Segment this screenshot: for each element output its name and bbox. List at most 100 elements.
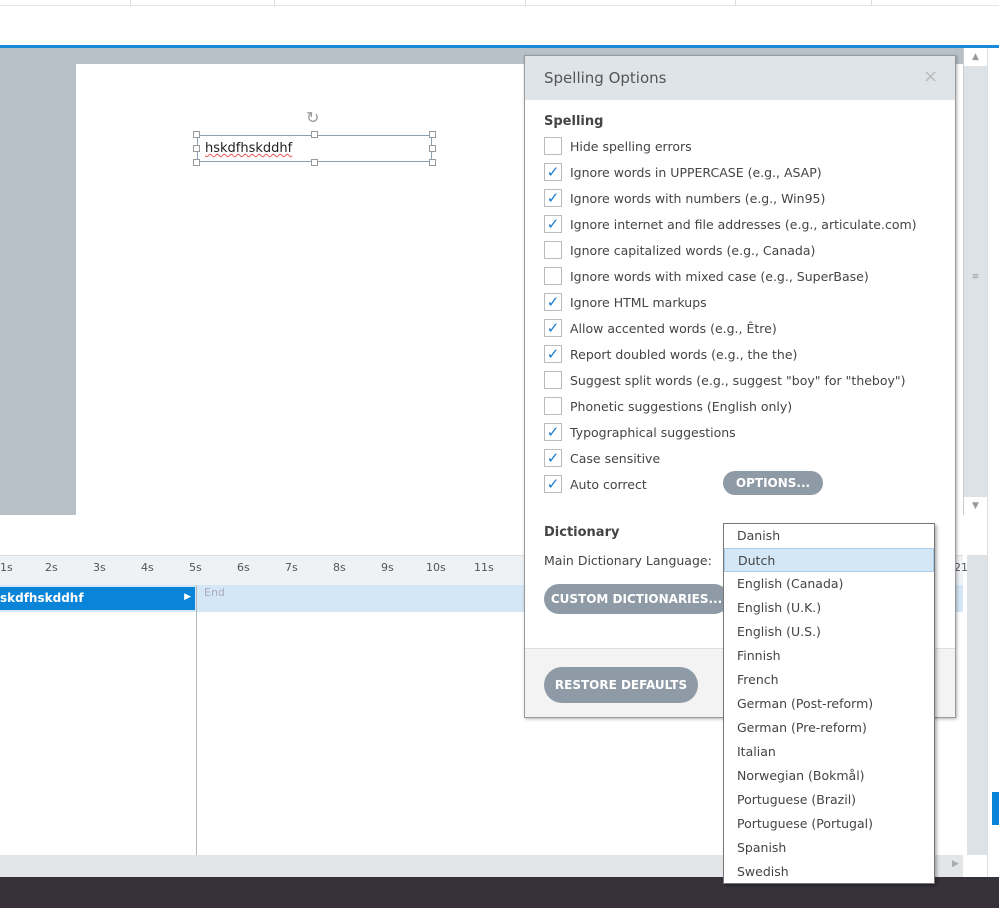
language-option[interactable]: Danish (724, 524, 934, 548)
checkbox-unchecked[interactable] (544, 397, 562, 415)
checkbox-checked[interactable]: ✓ (544, 475, 562, 493)
language-option[interactable]: Norwegian (Bokmål) (724, 764, 934, 788)
checkbox-checked[interactable]: ✓ (544, 319, 562, 337)
close-icon[interactable]: × (923, 66, 938, 87)
tick-label: 9s (381, 561, 394, 574)
side-panel-button[interactable] (992, 792, 999, 825)
checkbox-checked[interactable]: ✓ (544, 423, 562, 441)
checkbox-checked[interactable]: ✓ (544, 215, 562, 233)
language-option[interactable]: German (Post-reform) (724, 692, 934, 716)
option-label: Hide spelling errors (570, 138, 692, 154)
right-panel (987, 48, 999, 878)
option-label: Phonetic suggestions (English only) (570, 398, 793, 414)
language-option[interactable]: English (Canada) (724, 572, 934, 596)
checkbox-unchecked[interactable] (544, 137, 562, 155)
dialog-title: Spelling Options (544, 69, 667, 87)
spelling-option-row[interactable]: Phonetic suggestions (English only) (544, 396, 792, 416)
play-arrow-icon: ▶ (184, 592, 191, 602)
language-option[interactable]: French (724, 668, 934, 692)
resize-handle[interactable] (311, 159, 318, 166)
option-label: Suggest split words (e.g., suggest "boy"… (570, 372, 906, 388)
option-label: Ignore HTML markups (570, 294, 707, 310)
scroll-up-icon[interactable]: ▲ (964, 48, 987, 66)
spelling-heading: Spelling (544, 114, 604, 129)
dialog-header: Spelling Options × (525, 56, 955, 100)
checkbox-checked[interactable]: ✓ (544, 189, 562, 207)
spelling-option-row[interactable]: Ignore capitalized words (e.g., Canada) (544, 240, 815, 260)
timeline-object-bar[interactable]: skdfhskddhf ▶ (0, 587, 195, 610)
option-label: Case sensitive (570, 450, 661, 466)
spelling-option-row[interactable]: ✓ Case sensitive (544, 448, 660, 468)
language-option[interactable]: English (U.S.) (724, 620, 934, 644)
tick-label: 2s (45, 561, 58, 574)
option-label: Auto correct (570, 476, 647, 492)
language-option[interactable]: English (U.K.) (724, 596, 934, 620)
checkbox-checked[interactable]: ✓ (544, 293, 562, 311)
resize-handle[interactable] (311, 131, 318, 138)
options-button[interactable]: OPTIONS... (723, 471, 823, 495)
language-option[interactable]: Portuguese (Portugal) (724, 812, 934, 836)
checkbox-unchecked[interactable] (544, 267, 562, 285)
language-option[interactable]: Finnish (724, 644, 934, 668)
playhead-line[interactable] (196, 585, 197, 855)
scroll-grip-icon[interactable]: ≡ (964, 268, 987, 286)
resize-handle[interactable] (193, 131, 200, 138)
option-label: Ignore internet and file addresses (e.g.… (570, 216, 917, 232)
option-label: Ignore words with numbers (e.g., Win95) (570, 190, 826, 206)
scroll-right-icon[interactable]: ▶ (952, 859, 959, 869)
spelling-option-row[interactable]: ✓ Ignore HTML markups (544, 292, 707, 312)
spelling-option-row[interactable]: ✓ Ignore internet and file addresses (e.g… (544, 214, 917, 234)
spelling-option-row[interactable]: Hide spelling errors (544, 136, 692, 156)
tick-label: 11s (474, 561, 494, 574)
main-language-label: Main Dictionary Language: (544, 553, 712, 568)
stage-vertical-scrollbar[interactable]: ▲ ≡ ▼ (963, 48, 987, 515)
tick-label: 3s (93, 561, 106, 574)
text-box-content: hskdfhskddhf (205, 141, 293, 156)
spelling-option-row[interactable]: ✓ Typographical suggestions (544, 422, 736, 442)
option-label: Report doubled words (e.g., the the) (570, 346, 798, 362)
spelling-option-row[interactable]: Ignore words with mixed case (e.g., Supe… (544, 266, 869, 286)
spelling-option-row[interactable]: ✓ Allow accented words (e.g., Être) (544, 318, 777, 338)
tick-label: 6s (237, 561, 250, 574)
tick-label: 8s (333, 561, 346, 574)
language-dropdown-list[interactable]: Danish Dutch English (Canada) English (U.K.… (723, 523, 935, 884)
checkbox-unchecked[interactable] (544, 371, 562, 389)
tick-label: 4s (141, 561, 154, 574)
language-option[interactable]: Italian (724, 740, 934, 764)
restore-defaults-button[interactable]: RESTORE DEFAULTS (544, 667, 698, 703)
slide-text-box[interactable]: hskdfhskddhf (193, 131, 436, 166)
resize-handle[interactable] (429, 159, 436, 166)
top-toolbar-strip (0, 0, 999, 6)
spelling-option-row[interactable]: ✓ Auto correct (544, 474, 647, 494)
language-option[interactable]: German (Pre-reform) (724, 716, 934, 740)
spelling-option-row[interactable]: ✓ Ignore words with numbers (e.g., Win95) (544, 188, 825, 208)
option-label: Typographical suggestions (570, 424, 736, 440)
spelling-option-row[interactable]: Suggest split words (e.g., suggest "boy"… (544, 370, 906, 390)
option-label: Ignore capitalized words (e.g., Canada) (570, 242, 816, 258)
resize-handle[interactable] (193, 159, 200, 166)
checkbox-checked[interactable]: ✓ (544, 163, 562, 181)
timeline-vertical-scrollbar[interactable] (967, 555, 987, 855)
language-option[interactable]: Spanish (724, 836, 934, 860)
checkbox-unchecked[interactable] (544, 241, 562, 259)
resize-handle[interactable] (429, 145, 436, 152)
language-option[interactable]: Portuguese (Brazil) (724, 788, 934, 812)
checkbox-checked[interactable]: ✓ (544, 449, 562, 467)
checkbox-checked[interactable]: ✓ (544, 345, 562, 363)
resize-handle[interactable] (193, 145, 200, 152)
option-label: Allow accented words (e.g., Être) (570, 320, 777, 336)
tick-label: 7s (285, 561, 298, 574)
scroll-down-icon[interactable]: ▼ (964, 497, 987, 515)
spelling-option-row[interactable]: ✓ Ignore words in UPPERCASE (e.g., ASAP) (544, 162, 822, 182)
track-label: skdfhskddhf (0, 591, 84, 605)
spelling-option-row[interactable]: ✓ Report doubled words (e.g., the the) (544, 344, 797, 364)
language-option[interactable]: Swedish (724, 860, 934, 884)
rotate-handle-icon[interactable]: ↻ (306, 108, 319, 127)
resize-handle[interactable] (429, 131, 436, 138)
dictionary-heading: Dictionary (544, 525, 620, 540)
tick-label: 5s (189, 561, 202, 574)
tick-label: 1s (0, 561, 13, 574)
option-label: Ignore words with mixed case (e.g., Supe… (570, 268, 869, 284)
language-option[interactable]: Dutch (724, 548, 934, 572)
custom-dictionaries-button[interactable]: CUSTOM DICTIONARIES... (544, 584, 729, 614)
